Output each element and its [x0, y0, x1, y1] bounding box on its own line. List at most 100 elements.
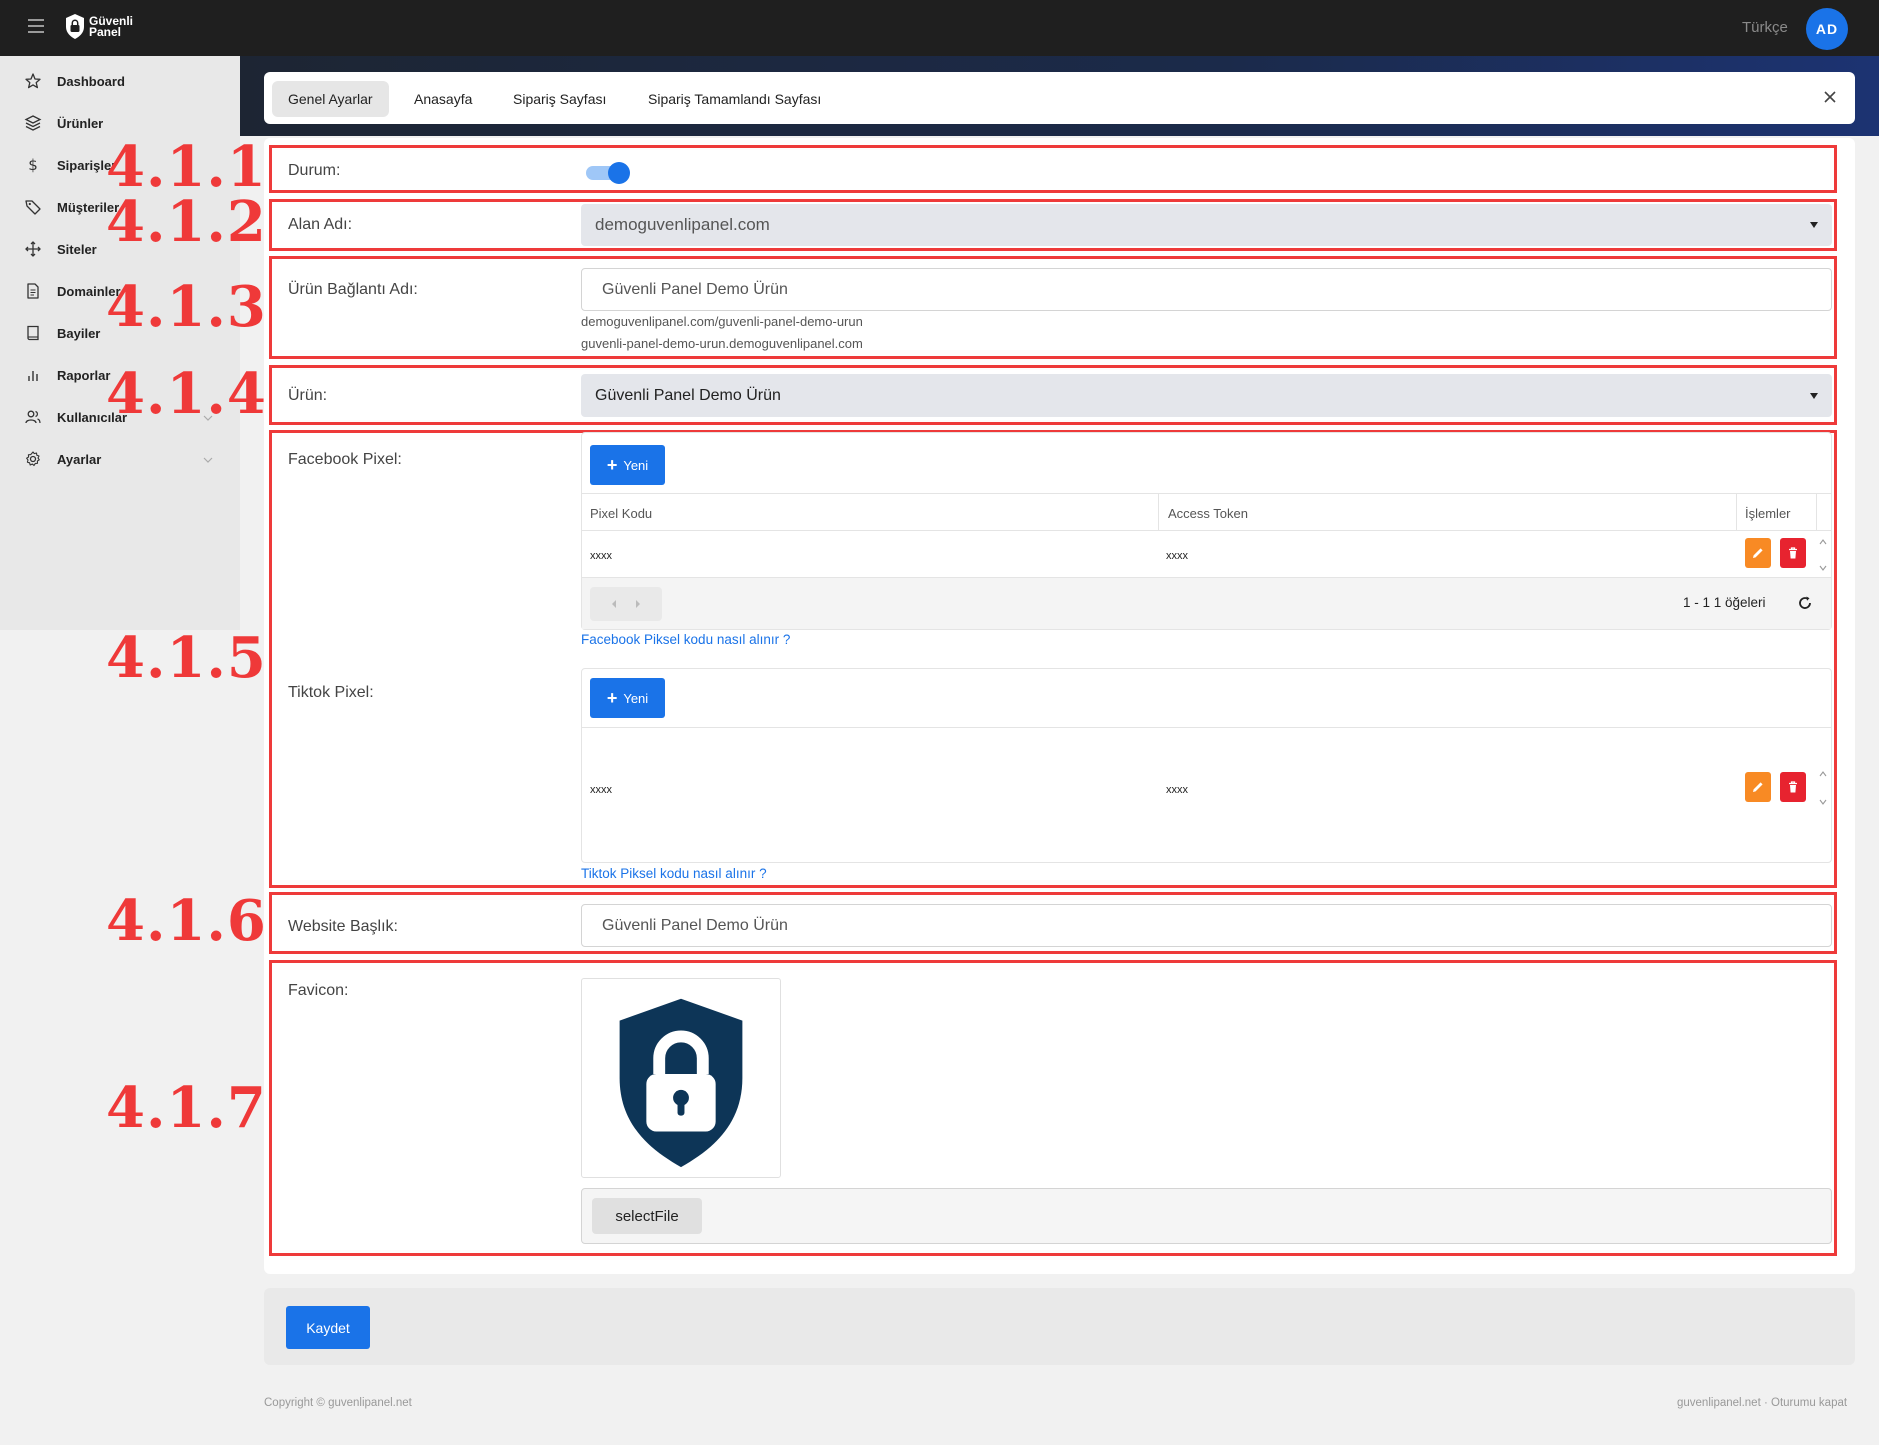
sidebar-item-label: Bayiler — [57, 325, 101, 341]
previous-page-icon[interactable] — [610, 599, 618, 609]
pager-buttons — [590, 587, 662, 621]
tab-order-page[interactable]: Sipariş Sayfası — [497, 81, 622, 117]
caret-down-icon — [1810, 392, 1818, 399]
svg-text:$: $ — [28, 156, 38, 174]
pixel-code-cell: xxxx — [590, 550, 612, 562]
scroll-up-icon[interactable] — [1818, 537, 1828, 547]
scroll-up-icon[interactable] — [1818, 769, 1828, 779]
section-number: 4.1.7 — [106, 1075, 267, 1141]
star-icon — [24, 72, 42, 90]
site-link[interactable]: guvenlipanel.net — [1677, 1397, 1761, 1409]
users-icon — [24, 408, 42, 426]
column-header-access-token[interactable]: Access Token — [1168, 506, 1248, 521]
save-button[interactable]: Kaydet — [286, 1306, 370, 1349]
sidebar-item-settings[interactable]: Ayarlar — [0, 438, 240, 480]
sidebar-item-label: Siteler — [57, 241, 97, 257]
delete-button[interactable] — [1780, 772, 1806, 802]
brand-line-2: Panel — [89, 24, 122, 39]
tab-order-completed-page[interactable]: Sipariş Tamamlandı Sayfası — [632, 81, 837, 117]
tiktok-help-link[interactable]: Tiktok Piksel kodu nasıl alınır ? — [581, 866, 767, 881]
footer-links: guvenlipanel.net · Oturumu kapat — [1677, 1397, 1847, 1409]
product-link-input[interactable]: Güvenli Panel Demo Ürün — [581, 268, 1832, 311]
facebook-new-button[interactable]: + Yeni — [590, 445, 665, 485]
product-link-url-hint: demoguvenlipanel.com/guvenli-panel-demo-… — [581, 314, 863, 329]
settings-tabs-card: Genel Ayarlar Anasayfa Sipariş Sayfası S… — [264, 72, 1855, 124]
select-file-button[interactable]: selectFile — [592, 1198, 702, 1234]
pencil-icon — [1753, 548, 1763, 558]
column-header-actions: İşlemler — [1745, 506, 1791, 521]
favicon-preview — [581, 978, 781, 1178]
dollar-icon: $ — [24, 156, 42, 174]
tiktok-new-button[interactable]: + Yeni — [590, 678, 665, 718]
facebook-pager: 1 - 1 1 öğeleri — [582, 577, 1831, 629]
chevron-down-icon — [202, 453, 214, 465]
website-title-input[interactable]: Güvenli Panel Demo Ürün — [581, 904, 1832, 947]
facebook-new-label: Yeni — [623, 457, 649, 473]
form-action-bar: Kaydet — [264, 1288, 1855, 1365]
top-bar: Güvenli Panel Türkçe AD — [0, 0, 1879, 56]
document-icon — [24, 282, 42, 300]
facebook-help-link[interactable]: Facebook Piksel kodu nasıl alınır ? — [581, 632, 790, 647]
pencil-icon — [1753, 782, 1763, 792]
column-separator — [1158, 494, 1159, 531]
brand-logo[interactable]: Güvenli Panel — [64, 13, 133, 40]
avatar[interactable]: AD — [1806, 8, 1848, 50]
facebook-pixel-label: Facebook Pixel: — [288, 451, 402, 468]
access-token-cell: xxxx — [1166, 784, 1188, 796]
gear-icon — [24, 450, 42, 468]
shield-lock-icon — [619, 998, 743, 1168]
favicon-file-input: selectFile — [581, 1188, 1832, 1244]
domain-select[interactable]: demoguvenlipanel.com — [581, 204, 1832, 246]
plus-icon: + — [606, 688, 618, 708]
language-selector[interactable]: Türkçe — [1742, 19, 1788, 36]
website-title-label: Website Başlık: — [288, 918, 398, 935]
pixel-code-cell: xxxx — [590, 784, 612, 796]
bar-chart-icon — [24, 366, 42, 384]
section-number: 4.1.5 — [106, 625, 267, 691]
trash-icon — [1789, 781, 1797, 793]
column-header-pixel-code[interactable]: Pixel Kodu — [590, 506, 652, 521]
access-token-cell: xxxx — [1166, 550, 1188, 562]
section-number: 4.1.3 — [106, 274, 267, 340]
scroll-down-icon[interactable] — [1818, 563, 1828, 573]
column-separator — [1816, 494, 1817, 531]
brand-name: Güvenli Panel — [89, 15, 133, 39]
scroll-down-icon[interactable] — [1818, 797, 1828, 807]
tag-icon — [24, 198, 42, 216]
menu-toggle-icon[interactable] — [28, 19, 44, 33]
close-icon[interactable] — [1819, 86, 1841, 108]
caret-down-icon — [1810, 222, 1818, 228]
edit-button[interactable] — [1745, 538, 1771, 568]
product-select-value: Güvenli Panel Demo Ürün — [595, 386, 781, 404]
tab-homepage[interactable]: Anasayfa — [398, 81, 488, 117]
tiktok-pixel-label: Tiktok Pixel: — [288, 684, 374, 701]
layers-icon — [24, 114, 42, 132]
status-toggle[interactable] — [584, 161, 632, 184]
edit-button[interactable] — [1745, 772, 1771, 802]
copyright-text: Copyright © guvenlipanel.net — [264, 1397, 412, 1409]
section-number: 4.1.4 — [106, 361, 267, 427]
facebook-grid-header: Pixel Kodu Access Token İşlemler — [582, 493, 1831, 531]
product-select[interactable]: Güvenli Panel Demo Ürün — [581, 374, 1832, 417]
sidebar-item-label: Raporlar — [57, 367, 111, 383]
trash-icon — [1789, 547, 1797, 559]
domain-select-value: demoguvenlipanel.com — [595, 215, 770, 234]
tab-general-settings[interactable]: Genel Ayarlar — [272, 81, 389, 117]
next-page-icon[interactable] — [634, 599, 642, 609]
plus-icon: + — [606, 455, 618, 475]
favicon-label: Favicon: — [288, 982, 349, 999]
product-link-subdomain-hint: guvenli-panel-demo-urun.demoguvenlipanel… — [581, 336, 863, 351]
grid-divider — [582, 727, 1831, 728]
sidebar-item-dashboard[interactable]: Dashboard — [0, 60, 240, 102]
book-icon — [24, 324, 42, 342]
highlight-box-status — [269, 145, 1837, 193]
delete-button[interactable] — [1780, 538, 1806, 568]
refresh-icon[interactable] — [1796, 594, 1814, 612]
tiktok-new-label: Yeni — [623, 690, 649, 706]
product-link-label: Ürün Bağlantı Adı: — [288, 281, 418, 298]
section-number: 4.1.6 — [106, 888, 267, 954]
footer-separator: · — [1760, 1397, 1771, 1409]
sidebar-item-label: Ürünler — [57, 115, 104, 131]
logout-link[interactable]: Oturumu kapat — [1771, 1397, 1847, 1409]
shield-lock-icon — [66, 14, 84, 39]
